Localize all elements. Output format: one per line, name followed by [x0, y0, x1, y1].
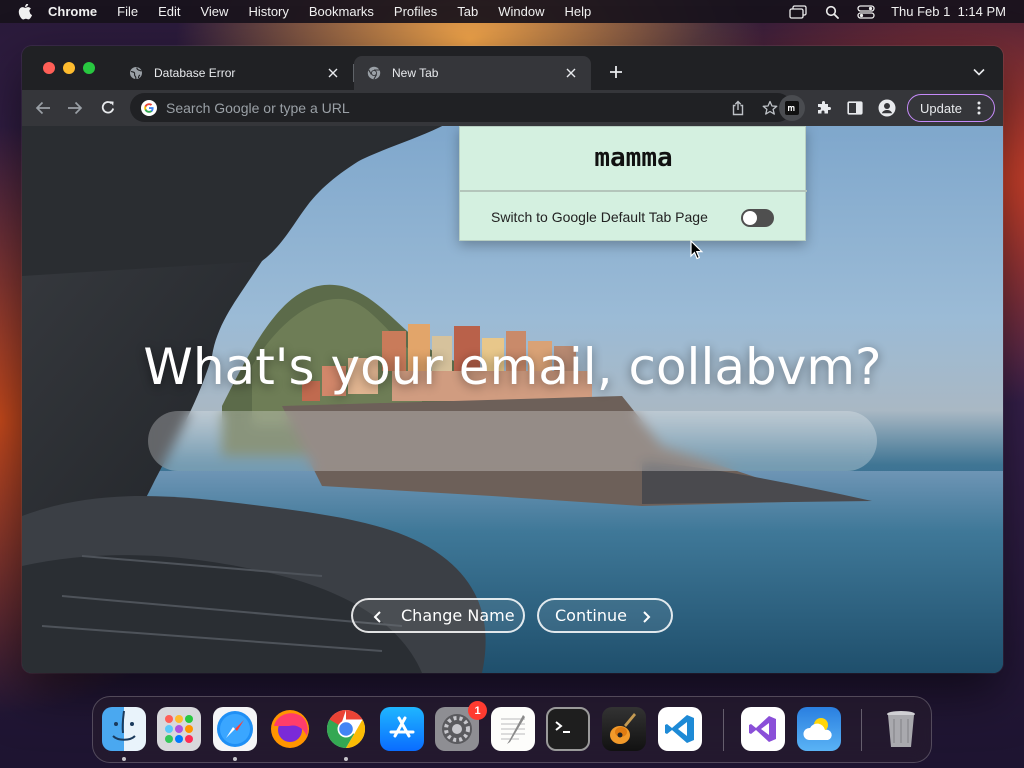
dock-separator	[861, 709, 862, 751]
screen-mirroring-icon[interactable]	[789, 4, 807, 20]
new-tab-button[interactable]	[606, 62, 626, 82]
launchpad-icon[interactable]	[157, 707, 201, 751]
mamma-extension-icon[interactable]	[779, 95, 805, 121]
menu-view[interactable]: View	[200, 4, 228, 19]
profile-avatar-icon[interactable]	[874, 95, 900, 121]
menu-bar-status-area: Thu Feb 1 1:14 PM	[789, 0, 1006, 23]
firefox-icon[interactable]	[268, 707, 312, 751]
side-panel-icon[interactable]	[842, 95, 868, 121]
mamma-logo: mamma	[594, 143, 673, 173]
visual-studio-icon[interactable]	[741, 707, 785, 751]
tab-strip: Database Error New Tab	[22, 46, 1003, 90]
apple-menu-icon[interactable]	[18, 3, 34, 20]
bookmark-star-icon[interactable]	[760, 98, 780, 118]
browser-toolbar: Search Google or type a URL Update	[22, 90, 1003, 126]
control-center-icon[interactable]	[857, 4, 875, 20]
continue-button[interactable]: Continue	[537, 598, 673, 633]
tab-title: New Tab	[392, 66, 439, 80]
weather-icon[interactable]	[797, 707, 841, 751]
forward-button[interactable]	[63, 96, 87, 120]
more-menu-kebab-icon[interactable]	[972, 100, 986, 116]
default-tab-toggle[interactable]	[741, 209, 774, 227]
change-name-button[interactable]: Change Name	[351, 598, 525, 633]
google-chrome-icon[interactable]	[324, 707, 368, 751]
menu-profiles[interactable]: Profiles	[394, 4, 437, 19]
continue-label: Continue	[555, 606, 627, 625]
update-chrome-button[interactable]: Update	[907, 94, 995, 122]
textedit-icon[interactable]	[491, 707, 535, 751]
toggle-knob	[743, 211, 757, 225]
finder-running-indicator	[122, 757, 126, 761]
extensions-puzzle-icon[interactable]	[811, 95, 837, 121]
menu-bar-clock[interactable]: Thu Feb 1 1:14 PM	[891, 4, 1006, 19]
window-minimize-button[interactable]	[63, 62, 75, 74]
popup-divider	[460, 190, 807, 192]
trash-icon[interactable]	[879, 707, 923, 751]
menu-window[interactable]: Window	[498, 4, 544, 19]
mouse-pointer-icon	[690, 240, 704, 260]
tab-title: Database Error	[154, 66, 236, 80]
update-button-label: Update	[920, 100, 962, 116]
safari-icon[interactable]	[213, 707, 257, 751]
menu-file[interactable]: File	[117, 4, 138, 19]
dock-separator	[723, 709, 724, 751]
garageband-icon[interactable]	[602, 707, 646, 751]
default-tab-toggle-label: Switch to Google Default Tab Page	[491, 209, 708, 225]
window-zoom-button[interactable]	[83, 62, 95, 74]
reload-button[interactable]	[96, 96, 120, 120]
share-icon[interactable]	[728, 98, 748, 118]
close-tab-icon[interactable]	[563, 65, 579, 81]
email-input[interactable]	[148, 411, 877, 471]
tab-new-tab[interactable]: New Tab	[354, 56, 591, 90]
email-prompt-headline: What's your email, collabvm?	[143, 338, 882, 396]
vscode-icon[interactable]	[658, 707, 702, 751]
change-name-label: Change Name	[401, 606, 515, 625]
google-g-icon	[140, 99, 158, 117]
safari-running-indicator	[233, 757, 237, 761]
spotlight-search-icon[interactable]	[823, 4, 841, 20]
app-store-icon[interactable]	[380, 707, 424, 751]
menu-edit[interactable]: Edit	[158, 4, 180, 19]
chrome-icon	[366, 65, 382, 81]
globe-icon	[128, 65, 144, 81]
mamma-extension-popup: mamma Switch to Google Default Tab Page	[459, 126, 807, 241]
menu-history[interactable]: History	[248, 4, 288, 19]
tab-database-error[interactable]: Database Error	[116, 56, 353, 90]
address-bar[interactable]: Search Google or type a URL	[130, 93, 792, 122]
window-close-button[interactable]	[43, 62, 55, 74]
close-tab-icon[interactable]	[325, 65, 341, 81]
chevron-right-icon	[641, 609, 651, 628]
menu-help[interactable]: Help	[565, 4, 592, 19]
terminal-icon[interactable]	[546, 707, 590, 751]
new-tab-page: What's your email, collabvm? Change Name…	[22, 126, 1003, 673]
macos-dock: 1	[92, 696, 932, 763]
chrome-window: Database Error New Tab Search Google or …	[22, 46, 1003, 673]
tab-search-chevron-icon[interactable]	[969, 62, 989, 82]
address-bar-placeholder: Search Google or type a URL	[166, 99, 350, 116]
menu-app-name[interactable]: Chrome	[48, 4, 97, 19]
chrome-running-indicator	[344, 757, 348, 761]
finder-icon[interactable]	[102, 707, 146, 751]
menu-tab[interactable]: Tab	[457, 4, 478, 19]
chevron-left-icon	[373, 609, 383, 628]
back-button[interactable]	[31, 96, 55, 120]
system-settings-notification-badge: 1	[468, 701, 487, 720]
macos-menu-bar: Chrome File Edit View History Bookmarks …	[0, 0, 1024, 23]
menu-bookmarks[interactable]: Bookmarks	[309, 4, 374, 19]
